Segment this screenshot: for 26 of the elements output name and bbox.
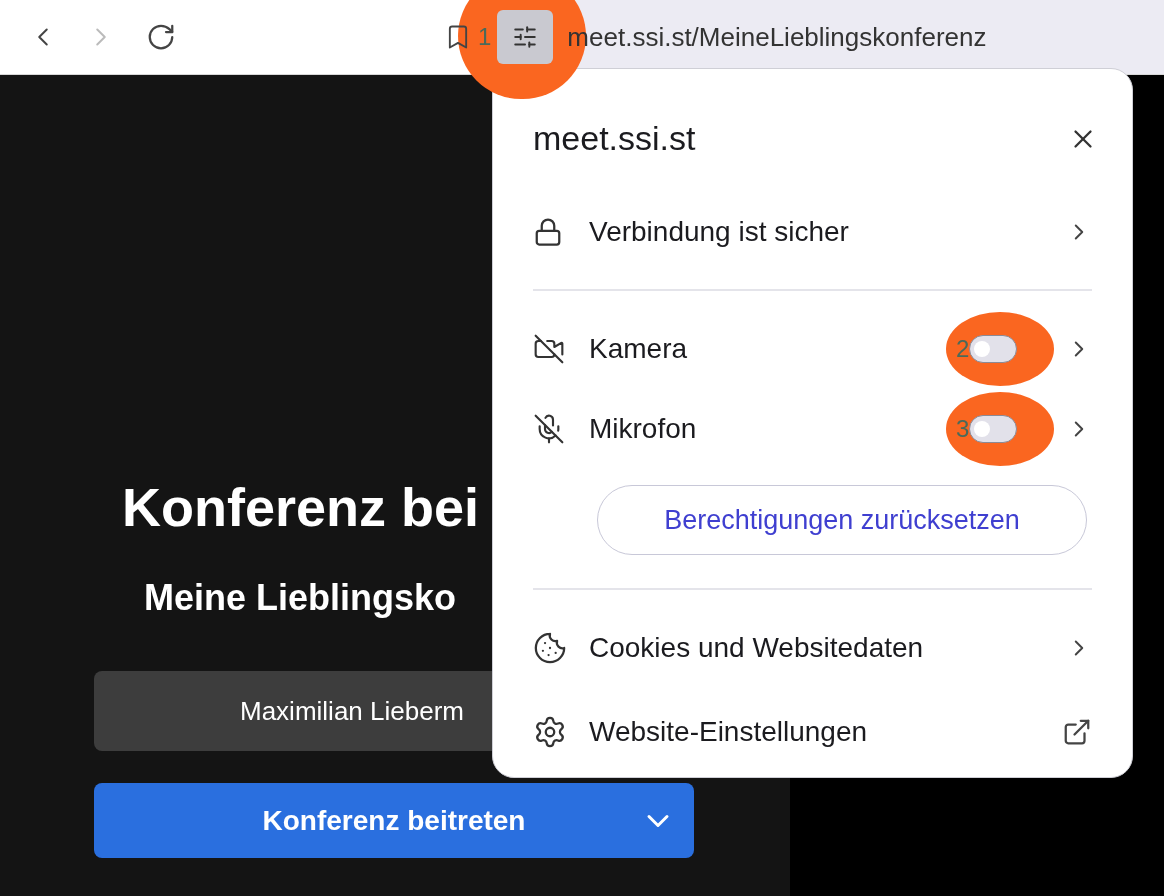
connection-row[interactable]: Verbindung ist sicher bbox=[533, 202, 1092, 262]
camera-off-icon bbox=[533, 333, 565, 365]
callout-number: 2 bbox=[956, 334, 970, 364]
page-heading: Konferenz bei bbox=[122, 480, 480, 534]
permission-row[interactable]: Kamera 2 bbox=[533, 309, 1092, 389]
popup-title: meet.ssi.st bbox=[533, 118, 696, 159]
permission-label: Mikrofon bbox=[589, 412, 698, 446]
callout-number: 3 bbox=[956, 414, 970, 444]
tune-icon bbox=[512, 24, 539, 50]
menu-label: Cookies und Websitedaten bbox=[589, 631, 925, 665]
muted-microphone-icon bbox=[533, 413, 565, 445]
conference-name: Meine Lieblingsko bbox=[144, 580, 457, 616]
permission-label: Kamera bbox=[589, 332, 689, 366]
external-link-icon bbox=[1062, 717, 1092, 747]
toggle-switch[interactable] bbox=[969, 415, 1018, 443]
permission-row[interactable]: Mikrofon 3 bbox=[533, 389, 1092, 469]
name-value: Maximilian Lieberm bbox=[240, 694, 464, 728]
connection-label: Verbindung ist sicher bbox=[589, 215, 850, 249]
lock-icon bbox=[533, 217, 563, 247]
site-settings-button[interactable] bbox=[497, 10, 554, 64]
reload-icon[interactable] bbox=[146, 22, 176, 52]
settings-icon bbox=[533, 715, 567, 749]
callout-number: 1 bbox=[478, 22, 492, 52]
cookie-icon bbox=[533, 631, 567, 665]
toggle-switch[interactable] bbox=[969, 335, 1018, 363]
join-button[interactable]: Konferenz beitreten bbox=[94, 783, 694, 858]
